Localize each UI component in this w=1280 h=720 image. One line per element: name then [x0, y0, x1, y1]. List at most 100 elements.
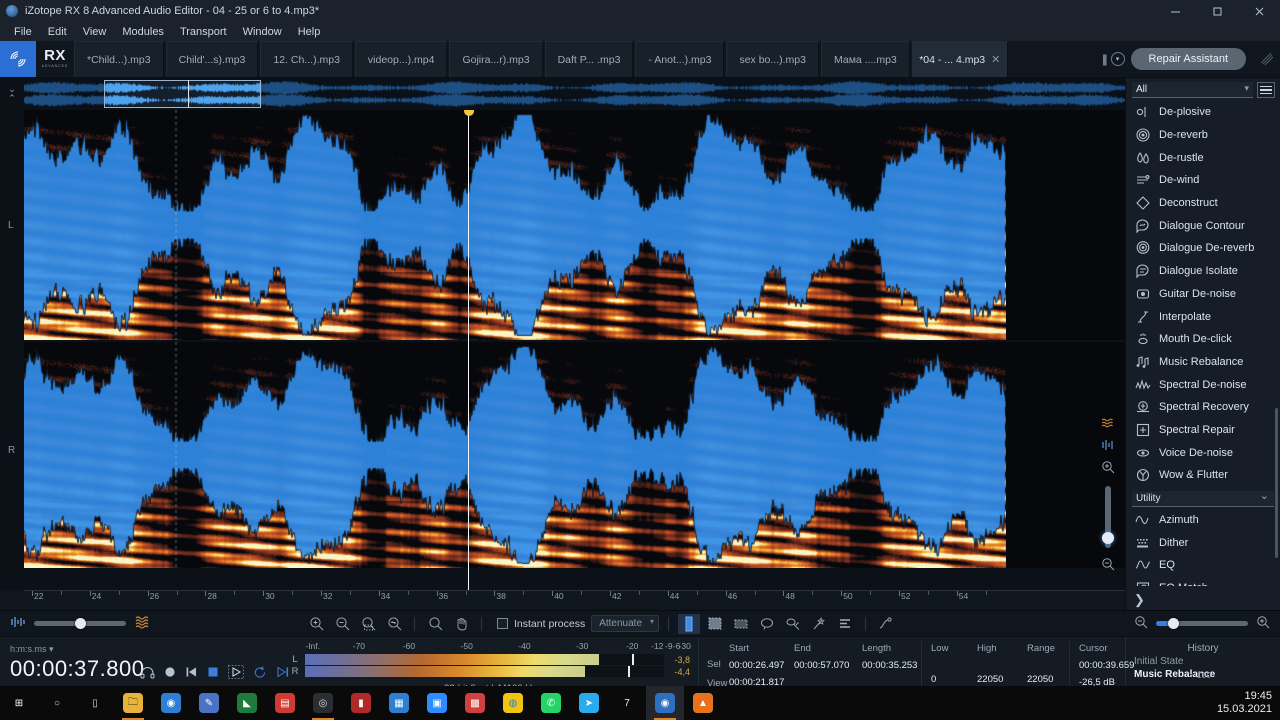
playhead-cursor[interactable]: [463, 110, 474, 590]
document-tab[interactable]: *04 - ... 4.mp3 ✕: [911, 41, 1008, 77]
module-list-item[interactable]: Spectral Repair: [1126, 419, 1280, 442]
waveform-view-icon[interactable]: [1101, 439, 1115, 454]
taskbar-coreldraw-app[interactable]: ◣: [228, 686, 266, 720]
hamburger-menu-icon[interactable]: [1257, 82, 1275, 98]
vertical-zoom-out-icon[interactable]: [1101, 557, 1115, 574]
zoom-in-small-icon[interactable]: [1256, 615, 1270, 632]
loop-button[interactable]: [253, 666, 267, 679]
menu-file[interactable]: File: [6, 24, 40, 40]
taskbar-search-button[interactable]: ○: [38, 686, 76, 720]
module-list-item[interactable]: Dialogue De-reverb: [1126, 237, 1280, 260]
magnifier-icon[interactable]: [424, 614, 446, 634]
modules-scrollbar[interactable]: [1275, 408, 1278, 558]
multi-resolution-tool-icon[interactable]: [834, 614, 856, 634]
instant-process-checkbox[interactable]: [497, 618, 508, 629]
time-selection-tool-icon[interactable]: [678, 613, 701, 634]
taskbar-file-explorer[interactable]: 🗀: [114, 686, 152, 720]
zoom-fit-icon[interactable]: [383, 614, 405, 634]
lasso-selection-tool-icon[interactable]: [756, 614, 778, 634]
document-tab[interactable]: Child'...s).mp3: [165, 41, 259, 77]
rectangle-selection-tool-icon[interactable]: [704, 614, 726, 634]
tab-stack-icon[interactable]: |||: [1102, 52, 1108, 66]
modules-list[interactable]: De-plosive De-reverb De-rustle De-wind Decon…: [1126, 101, 1280, 586]
document-tab[interactable]: - Anot...).mp3: [635, 41, 725, 77]
menu-edit[interactable]: Edit: [40, 24, 75, 40]
horizontal-zoom-slider[interactable]: [1156, 618, 1248, 629]
taskbar-pdf-app[interactable]: ▤: [266, 686, 304, 720]
document-tab[interactable]: Мама ....mp3: [820, 41, 910, 77]
headphones-icon[interactable]: [140, 666, 155, 679]
repair-assistant-button[interactable]: Repair Assistant: [1130, 48, 1246, 70]
taskbar-clock[interactable]: 19:45 15.03.2021: [1217, 690, 1272, 716]
module-list-item[interactable]: De-plosive: [1126, 101, 1280, 124]
module-list-item[interactable]: De-rustle: [1126, 146, 1280, 169]
minimize-button[interactable]: [1154, 0, 1196, 22]
taskbar-fl-studio-app[interactable]: ◎: [304, 686, 342, 720]
spectrogram-display-icon[interactable]: [134, 615, 152, 632]
module-list-item[interactable]: De-reverb: [1126, 124, 1280, 147]
module-list-item[interactable]: Mouth De-click: [1126, 328, 1280, 351]
spectrogram-canvas-area[interactable]: [24, 110, 1160, 590]
record-button[interactable]: [164, 666, 176, 678]
maximize-button[interactable]: [1196, 0, 1238, 22]
spectrogram-editor[interactable]: L R -4-6-10-20-∞-20-10-6-4-2-1-4-6-10-20…: [0, 110, 1280, 680]
taskbar-task-view-button[interactable]: ▯: [76, 686, 114, 720]
module-list-item[interactable]: Interpolate: [1126, 305, 1280, 328]
taskbar-audio-app[interactable]: ▮: [342, 686, 380, 720]
frequency-selection-tool-icon[interactable]: [730, 614, 752, 634]
pen-tool-icon[interactable]: [875, 614, 897, 634]
module-list-item[interactable]: Spectral Recovery: [1126, 396, 1280, 419]
module-list-item[interactable]: EQ Match: [1126, 577, 1280, 586]
overview-view-range[interactable]: [104, 80, 261, 108]
overview-waveform[interactable]: [24, 80, 1280, 108]
hand-tool-icon[interactable]: [450, 614, 472, 634]
zoom-out-small-icon[interactable]: [1134, 615, 1148, 632]
module-list-item[interactable]: Dialogue Contour: [1126, 214, 1280, 237]
taskbar-axo-app[interactable]: 7: [608, 686, 646, 720]
menu-view[interactable]: View: [75, 24, 115, 40]
spectrogram-view-icon[interactable]: [1101, 418, 1115, 433]
taskbar-zoom-app[interactable]: ▣: [418, 686, 456, 720]
waveform-display-icon[interactable]: [10, 615, 26, 632]
vertical-zoom-slider[interactable]: [1102, 486, 1114, 548]
file-overview-strip[interactable]: ⌄ ⌃: [0, 78, 1280, 110]
spectrogram-channel-left[interactable]: [24, 110, 1160, 340]
menu-modules[interactable]: Modules: [114, 24, 172, 40]
vertical-zoom-in-icon[interactable]: [1101, 460, 1115, 477]
document-tab[interactable]: videop...).mp4: [354, 41, 448, 77]
taskbar-vlc-player[interactable]: ▲: [684, 686, 722, 720]
document-tab[interactable]: 12. Ch...).mp3: [260, 41, 353, 77]
zoom-out-icon[interactable]: [331, 614, 353, 634]
skip-to-start-button[interactable]: [185, 666, 198, 678]
document-tab[interactable]: sex bo...).mp3: [726, 41, 819, 77]
taskbar-paint-app[interactable]: ✎: [190, 686, 228, 720]
module-list-item[interactable]: Guitar De-noise: [1126, 283, 1280, 306]
chevron-right-icon[interactable]: ❯: [1134, 592, 1145, 608]
play-button[interactable]: [228, 665, 244, 679]
zoom-to-selection-icon[interactable]: [357, 614, 379, 634]
taskbar-whatsapp-app[interactable]: ✆: [532, 686, 570, 720]
taskbar-start-button[interactable]: ⊞: [0, 686, 38, 720]
modules-filter-select[interactable]: All: [1132, 82, 1253, 98]
taskbar-editor-app[interactable]: ▩: [456, 686, 494, 720]
module-list-item[interactable]: Voice De-noise: [1126, 441, 1280, 464]
module-list-item[interactable]: Wow & Flutter: [1126, 464, 1280, 487]
module-list-item[interactable]: Deconstruct: [1126, 192, 1280, 215]
overview-collapse-toggle[interactable]: ⌄ ⌃: [0, 78, 24, 110]
taskbar-microsoft-store[interactable]: ▦: [380, 686, 418, 720]
close-button[interactable]: [1238, 0, 1280, 22]
document-tab[interactable]: *Child...).mp3: [74, 41, 164, 77]
history-item-initial[interactable]: Initial State: [1126, 654, 1280, 667]
module-list-item[interactable]: Azimuth: [1126, 509, 1280, 532]
module-group-utility[interactable]: Utility: [1132, 489, 1274, 507]
brush-selection-tool-icon[interactable]: [782, 614, 804, 634]
module-list-item[interactable]: Spectral De-noise: [1126, 373, 1280, 396]
module-list-item[interactable]: Dialogue Isolate: [1126, 260, 1280, 283]
menu-help[interactable]: Help: [290, 24, 329, 40]
taskbar-telegram-app[interactable]: ➤: [570, 686, 608, 720]
menu-window[interactable]: Window: [235, 24, 290, 40]
time-format-label[interactable]: h:m:s.ms ▾: [10, 644, 283, 655]
taskbar-chrome-browser[interactable]: ◍: [494, 686, 532, 720]
tab-close-icon[interactable]: ✕: [991, 53, 1000, 66]
document-tab[interactable]: Gojira...r).mp3: [449, 41, 543, 77]
